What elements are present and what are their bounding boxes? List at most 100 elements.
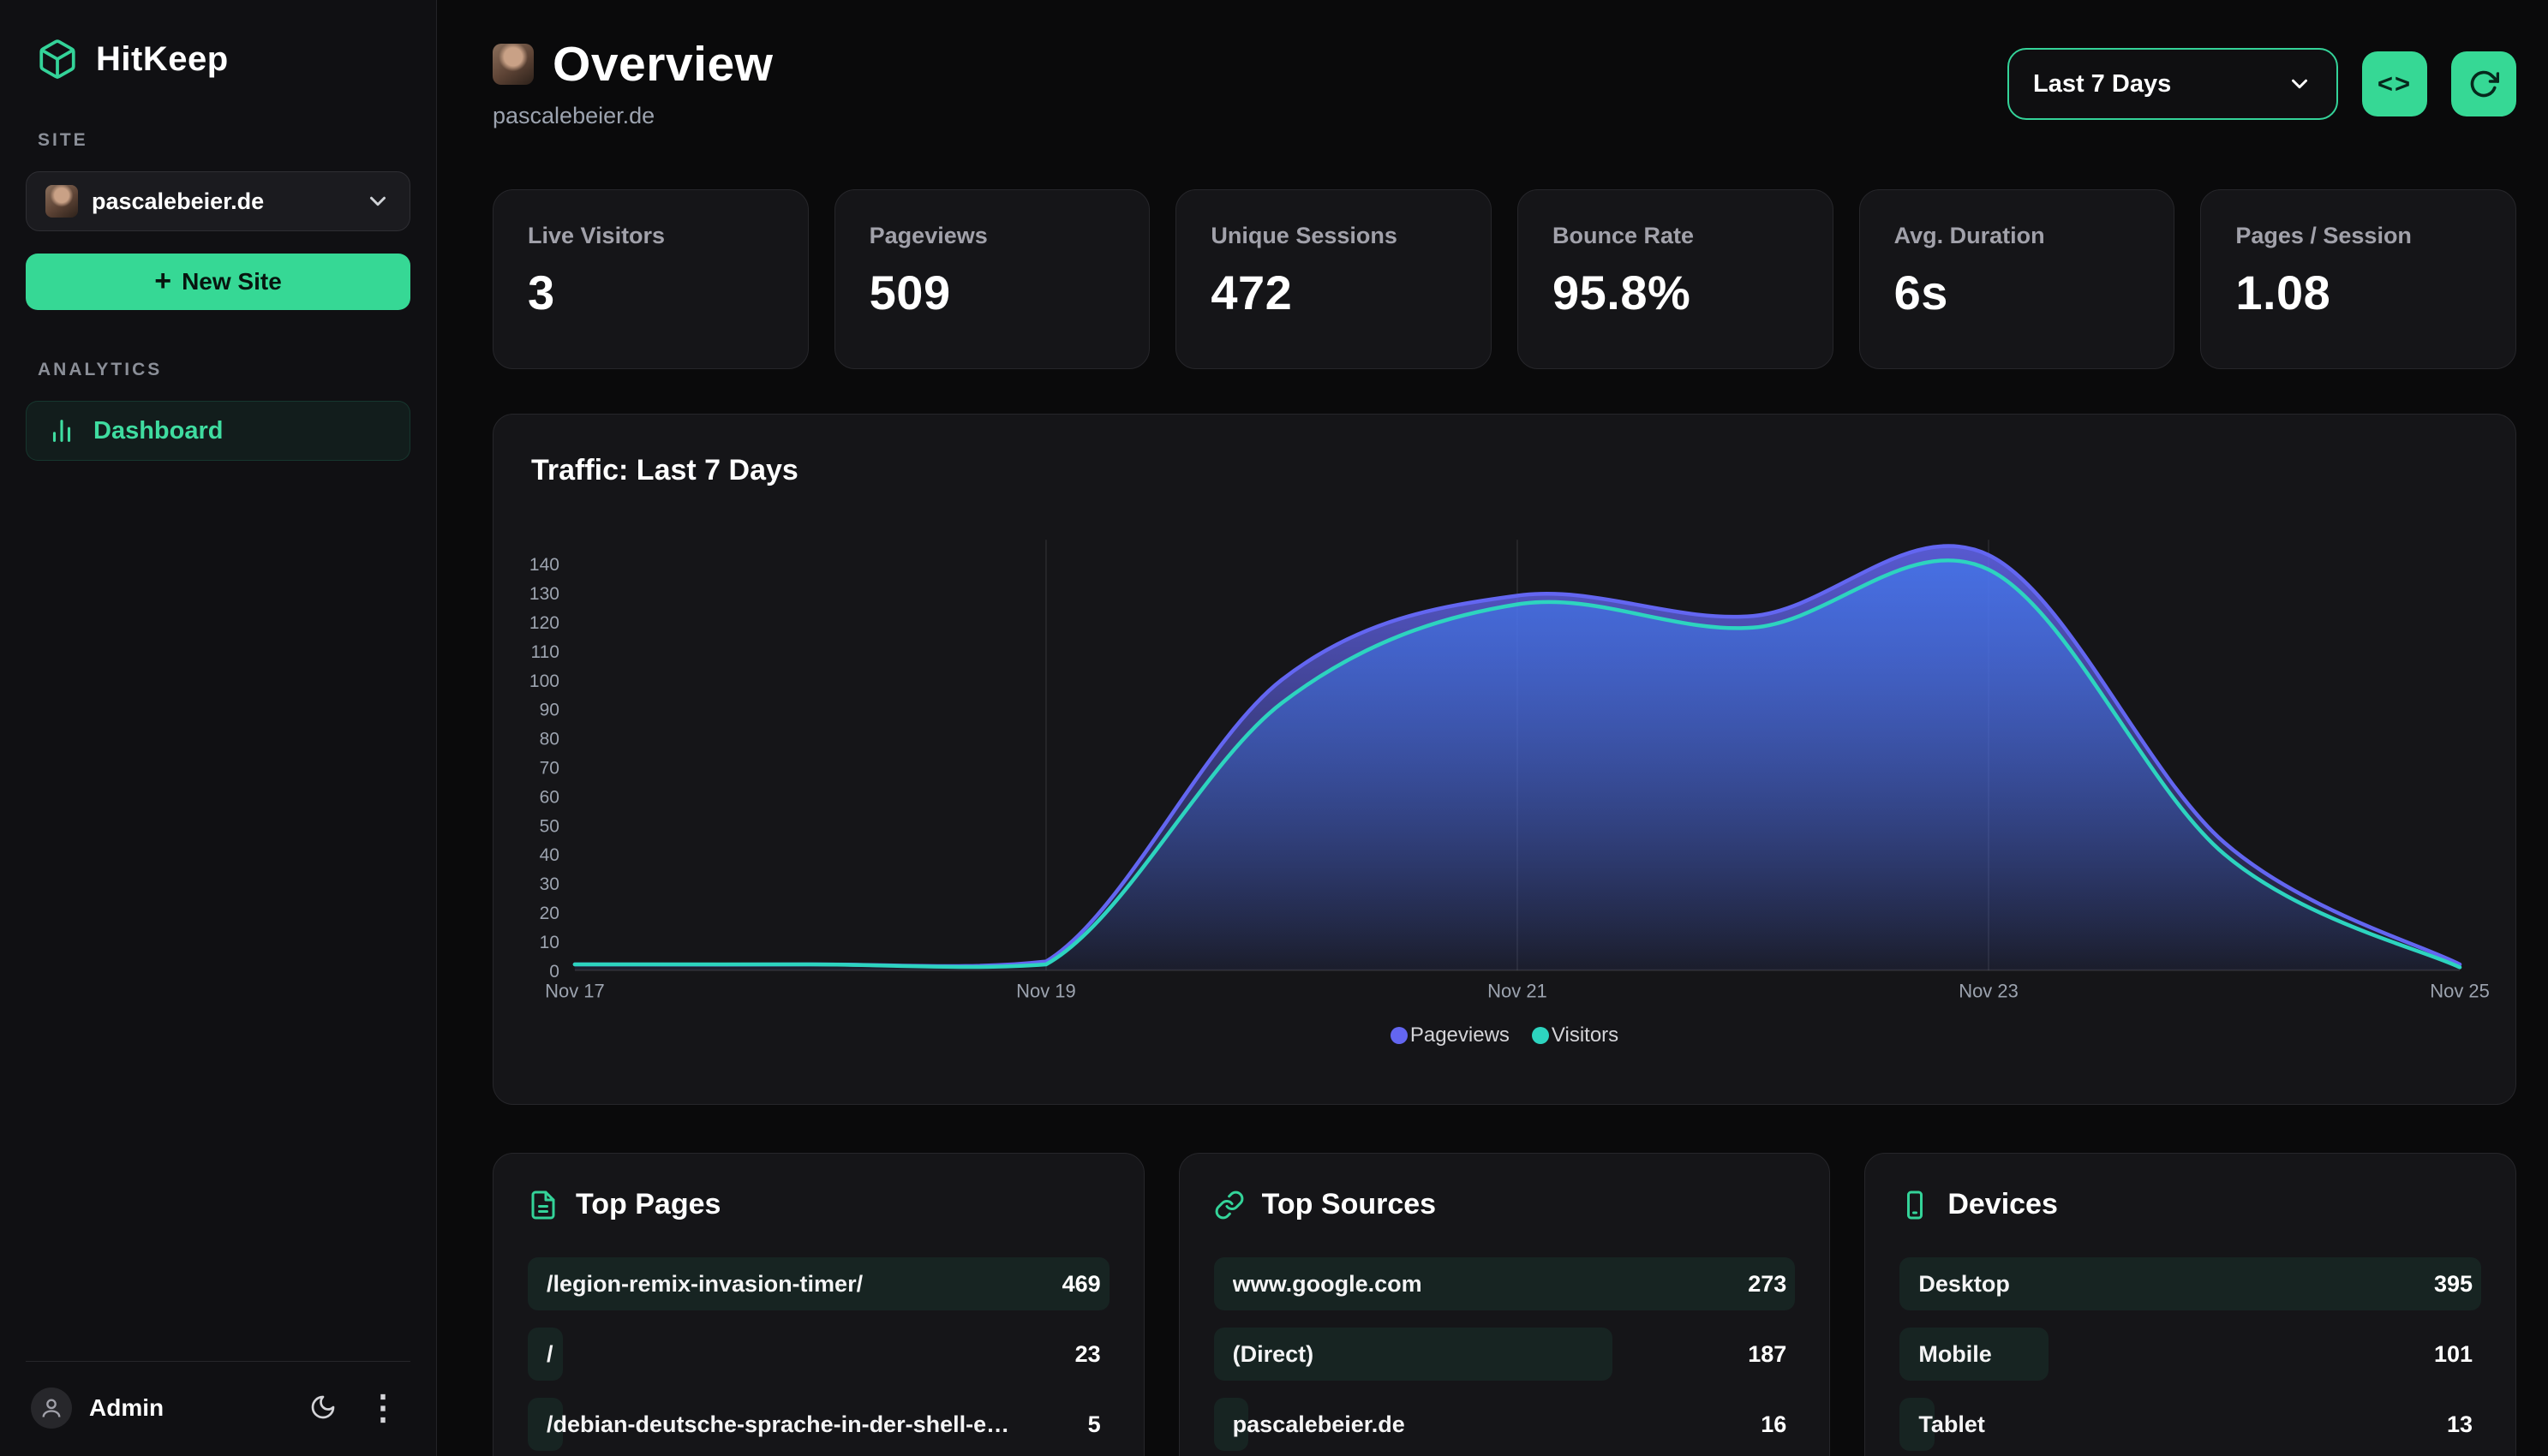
moon-icon — [309, 1393, 337, 1423]
top-sources-list: www.google.com 273 (Direct) 187 pascalebeier… — [1214, 1257, 1796, 1451]
list-item-value: 23 — [1075, 1341, 1101, 1368]
svg-text:100: 100 — [529, 671, 559, 691]
list-item[interactable]: (Direct) 187 — [1214, 1328, 1796, 1381]
legend-item-visitors[interactable]: Visitors — [1532, 1023, 1618, 1047]
site-avatar-large — [493, 44, 534, 85]
list-item-value: 187 — [1748, 1341, 1786, 1368]
stat-label: Unique Sessions — [1211, 223, 1456, 249]
svg-text:60: 60 — [540, 787, 559, 807]
stat-card-bounce-rate: Bounce Rate 95.8% — [1517, 189, 1833, 369]
page-title: Overview — [553, 36, 774, 92]
stat-value: 3 — [528, 265, 774, 320]
stat-value: 1.08 — [2235, 265, 2481, 320]
cube-logo-icon — [36, 38, 79, 81]
stat-label: Avg. Duration — [1894, 223, 2140, 249]
page-header: Overview pascalebeier.de Last 7 Days <> — [493, 36, 2516, 129]
legend-item-pageviews[interactable]: Pageviews — [1391, 1023, 1510, 1047]
stat-value: 95.8% — [1552, 265, 1798, 320]
new-site-button[interactable]: + New Site — [26, 254, 410, 310]
list-item-value: 16 — [1761, 1411, 1786, 1438]
traffic-area-chart: 0102030405060708090100110120130140Nov 17… — [493, 491, 2515, 1022]
svg-text:110: 110 — [530, 642, 559, 662]
stat-card-pageviews: Pageviews 509 — [834, 189, 1151, 369]
top-pages-card: Top Pages /legion-remix-invasion-timer/4… — [493, 1153, 1145, 1456]
svg-text:Nov 17: Nov 17 — [545, 981, 605, 1002]
analytics-section-label: ANALYTICS — [38, 360, 410, 380]
list-item-label: Desktop — [1918, 1271, 2010, 1298]
app-logo: HitKeep — [26, 38, 410, 81]
stat-value: 472 — [1211, 265, 1456, 320]
stats-row: Live Visitors 3 Pageviews 509 Unique Ses… — [493, 189, 2516, 369]
svg-text:40: 40 — [540, 845, 559, 865]
list-item[interactable]: /legion-remix-invasion-timer/469 — [528, 1257, 1110, 1310]
card-title: Top Sources — [1262, 1188, 1436, 1221]
svg-text:130: 130 — [529, 584, 559, 604]
list-item-label: /legion-remix-invasion-timer/ — [547, 1271, 863, 1298]
list-item-label: (Direct) — [1233, 1341, 1314, 1368]
site-selector[interactable]: pascalebeier.de — [26, 171, 410, 231]
refresh-button[interactable] — [2451, 51, 2516, 116]
smartphone-icon — [1899, 1190, 1930, 1220]
breakdown-cards: Top Pages /legion-remix-invasion-timer/4… — [493, 1153, 2516, 1456]
list-item-value: 395 — [2434, 1271, 2473, 1298]
list-item-value: 13 — [2447, 1411, 2473, 1438]
svg-text:20: 20 — [540, 904, 559, 923]
app-title: HitKeep — [96, 40, 229, 79]
list-item[interactable]: Tablet13 — [1899, 1398, 2481, 1451]
stat-label: Live Visitors — [528, 223, 774, 249]
list-item-label: www.google.com — [1233, 1271, 1422, 1298]
embed-code-button[interactable]: <> — [2362, 51, 2427, 116]
chevron-down-icon — [365, 188, 391, 214]
card-title: Devices — [1947, 1188, 2058, 1221]
top-sources-card: Top Sources www.google.com 273 (Direct) 187… — [1179, 1153, 1831, 1456]
devices-list: Desktop 395 Mobile101 Tablet13 — [1899, 1257, 2481, 1451]
date-range-selector[interactable]: Last 7 Days — [2007, 48, 2338, 120]
list-item[interactable]: Desktop 395 — [1899, 1257, 2481, 1310]
list-item[interactable]: /debian-deutsche-sprache-in-der-shell-ei… — [528, 1398, 1110, 1451]
list-item[interactable]: /23 — [528, 1328, 1110, 1381]
main-content: Overview pascalebeier.de Last 7 Days <> — [437, 0, 2548, 1456]
legend-dot-pageviews — [1391, 1027, 1408, 1044]
svg-text:Nov 19: Nov 19 — [1016, 981, 1076, 1002]
list-item-value: 469 — [1062, 1271, 1101, 1298]
theme-toggle-button[interactable] — [304, 1388, 342, 1429]
legend-dot-visitors — [1532, 1027, 1549, 1044]
list-item-label: pascalebeier.de — [1233, 1411, 1405, 1438]
sidebar-item-label: Dashboard — [93, 417, 223, 445]
stat-card-pages-per-session: Pages / Session 1.08 — [2200, 189, 2516, 369]
site-avatar — [45, 185, 78, 218]
file-text-icon — [528, 1190, 559, 1220]
svg-text:0: 0 — [549, 962, 559, 982]
overflow-menu-button[interactable]: ⋮ — [361, 1390, 405, 1426]
traffic-chart-card: Traffic: Last 7 Days 0102030405060708090… — [493, 414, 2516, 1105]
list-item-value: 5 — [1088, 1411, 1101, 1438]
sidebar: HitKeep SITE pascalebeier.de + New Site … — [0, 0, 437, 1456]
list-item[interactable]: Mobile101 — [1899, 1328, 2481, 1381]
stat-label: Pageviews — [870, 223, 1115, 249]
value-bar — [528, 1328, 563, 1381]
svg-text:120: 120 — [529, 613, 559, 633]
legend-label: Visitors — [1552, 1023, 1618, 1047]
card-title: Top Pages — [576, 1188, 721, 1221]
svg-text:Nov 25: Nov 25 — [2430, 981, 2490, 1002]
chart-legend: Pageviews Visitors — [493, 1023, 2515, 1047]
chevron-down-icon — [2287, 71, 2312, 97]
stat-card-unique-sessions: Unique Sessions 472 — [1175, 189, 1492, 369]
list-item[interactable]: pascalebeier.de 16 — [1214, 1398, 1796, 1451]
stat-label: Bounce Rate — [1552, 223, 1798, 249]
svg-text:80: 80 — [540, 730, 559, 749]
svg-text:30: 30 — [540, 874, 559, 894]
sidebar-item-dashboard[interactable]: Dashboard — [26, 401, 410, 461]
svg-text:10: 10 — [540, 933, 559, 952]
list-item[interactable]: www.google.com 273 — [1214, 1257, 1796, 1310]
devices-card: Devices Desktop 395 Mobile101 Tablet13 — [1864, 1153, 2516, 1456]
stat-card-avg-duration: Avg. Duration 6s — [1859, 189, 2175, 369]
new-site-label: New Site — [182, 268, 282, 295]
site-section-label: SITE — [38, 130, 410, 151]
site-selector-value: pascalebeier.de — [92, 188, 351, 215]
list-item-value: 273 — [1748, 1271, 1786, 1298]
code-icon: <> — [2378, 69, 2412, 99]
svg-text:90: 90 — [540, 701, 559, 720]
legend-label: Pageviews — [1410, 1023, 1510, 1047]
date-range-value: Last 7 Days — [2033, 70, 2171, 98]
